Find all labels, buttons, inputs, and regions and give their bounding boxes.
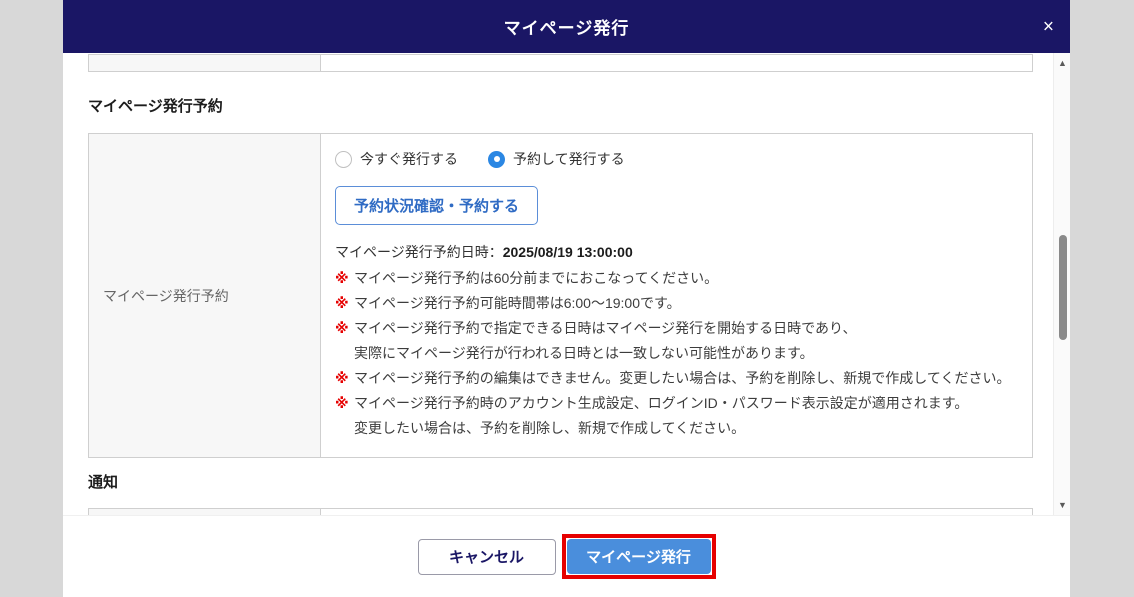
- radio-unchecked-icon[interactable]: [335, 150, 352, 168]
- check-reservation-button[interactable]: 予約状況確認・予約する: [335, 186, 539, 225]
- note-marker: ※: [335, 320, 349, 336]
- reservation-table: マイページ発行予約 今すぐ発行する 予約して発行する 予約状況確認・予約する マ…: [88, 133, 1033, 458]
- note-text: マイページ発行予約時のアカウント生成設定、ログインID・パスワード表示設定が適用…: [354, 395, 969, 436]
- red-annotation-highlight: マイページ発行: [561, 534, 716, 579]
- reservation-row-content: 今すぐ発行する 予約して発行する 予約状況確認・予約する マイページ発行予約日時…: [321, 134, 1032, 457]
- note-marker: ※: [335, 295, 349, 311]
- dialog-title: マイページ発行: [503, 19, 630, 38]
- radio-issue-now[interactable]: 今すぐ発行する: [335, 149, 458, 169]
- scrollbar[interactable]: ▲ ▼: [1053, 53, 1070, 515]
- clipped-row-label-cell: [89, 509, 321, 515]
- note-text: マイページ発行予約可能時間帯は6:00～19:00です。: [354, 295, 681, 311]
- reservation-datetime-line: マイページ発行予約日時：2025/08/19 13:00:00: [335, 242, 1018, 262]
- clipped-table-row-top: [88, 54, 1033, 72]
- radio-issue-now-label: 今すぐ発行する: [360, 151, 458, 167]
- issue-mode-radio-group: 今すぐ発行する 予約して発行する: [335, 149, 1018, 169]
- note-item: ※ マイページ発行予約で指定できる日時はマイページ発行を開始する日時であり、 実際…: [335, 316, 1018, 366]
- note-item: ※ マイページ発行予約の編集はできません。変更したい場合は、予約を削除し、新規で…: [335, 366, 1018, 391]
- close-icon[interactable]: ×: [1043, 17, 1054, 36]
- note-item: ※ マイページ発行予約可能時間帯は6:00～19:00です。: [335, 291, 1018, 316]
- mypage-issue-button[interactable]: マイページ発行: [566, 539, 711, 574]
- scrollbar-up-arrow-icon[interactable]: ▲: [1054, 55, 1070, 71]
- reservation-section-heading: マイページ発行予約: [88, 98, 223, 115]
- notes-list: ※ マイページ発行予約は60分前までにおこなってください。 ※ マイページ発行予…: [335, 266, 1018, 441]
- note-marker: ※: [335, 395, 349, 411]
- note-marker: ※: [335, 270, 349, 286]
- cancel-button[interactable]: キャンセル: [417, 538, 556, 575]
- radio-issue-reserved[interactable]: 予約して発行する: [488, 149, 625, 169]
- reservation-row-label: マイページ発行予約: [89, 134, 321, 457]
- radio-checked-icon[interactable]: [488, 150, 505, 168]
- radio-issue-reserved-label: 予約して発行する: [513, 151, 625, 167]
- clipped-table-row-bottom: [88, 508, 1033, 515]
- dialog-header: マイページ発行 ×: [63, 0, 1070, 53]
- dialog-scroll-area: マイページ発行予約 マイページ発行予約 今すぐ発行する 予約して発行する 予約状…: [63, 53, 1070, 515]
- note-text: マイページ発行予約の編集はできません。変更したい場合は、予約を削除し、新規で作成…: [354, 370, 1011, 386]
- note-text: マイページ発行予約は60分前までにおこなってください。: [354, 270, 719, 286]
- clipped-row-label-cell: [89, 55, 321, 71]
- scrollbar-thumb[interactable]: [1059, 235, 1067, 340]
- notification-section-heading: 通知: [88, 474, 119, 491]
- note-item: ※ マイページ発行予約時のアカウント生成設定、ログインID・パスワード表示設定が…: [335, 391, 1018, 441]
- reservation-datetime-label: マイページ発行予約日時：: [335, 244, 503, 260]
- reservation-datetime-value: 2025/08/19 13:00:00: [502, 244, 633, 260]
- note-item: ※ マイページ発行予約は60分前までにおこなってください。: [335, 266, 1018, 291]
- scrollbar-down-arrow-icon[interactable]: ▼: [1054, 497, 1070, 513]
- dialog-footer: キャンセル マイページ発行: [63, 515, 1070, 597]
- mypage-issue-dialog: マイページ発行 × マイページ発行予約 マイページ発行予約 今すぐ発行する 予約…: [63, 0, 1070, 597]
- note-marker: ※: [335, 370, 349, 386]
- note-text: マイページ発行予約で指定できる日時はマイページ発行を開始する日時であり、 実際にマ…: [354, 320, 857, 361]
